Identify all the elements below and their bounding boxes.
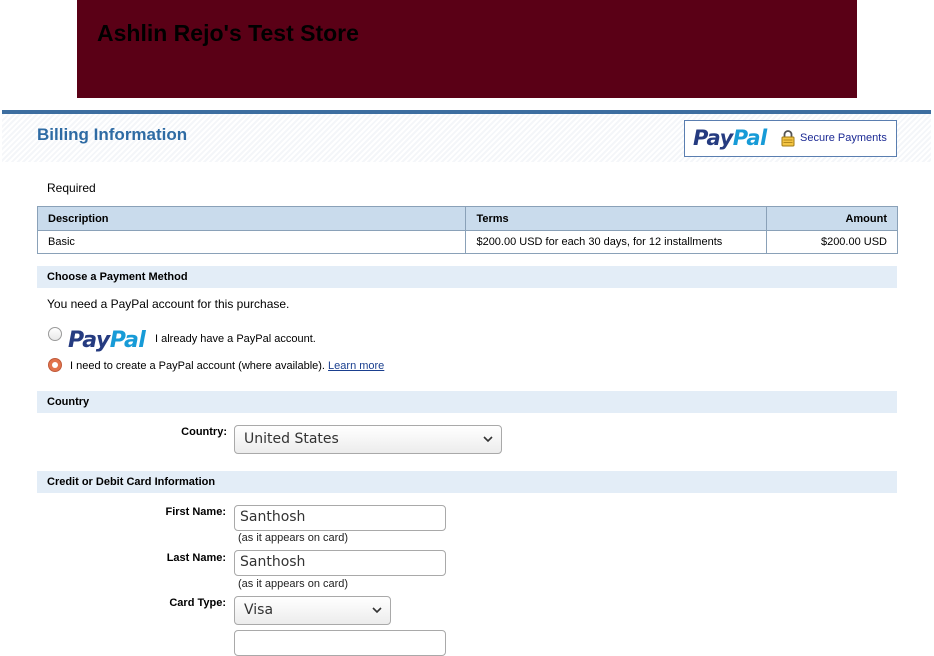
radio-create-account[interactable]: [48, 358, 62, 372]
chevron-down-icon: [483, 436, 493, 443]
card-type-value: Visa: [244, 602, 274, 618]
lock-icon: [781, 130, 795, 147]
chevron-down-icon: [372, 607, 382, 614]
column-header-terms: Terms: [465, 206, 768, 231]
store-banner: Ashlin Rejo's Test Store: [77, 0, 857, 98]
card-type-select[interactable]: Visa: [234, 596, 391, 625]
card-number-field[interactable]: [234, 630, 446, 656]
page-title: Billing Information: [37, 125, 188, 144]
learn-more-link[interactable]: Learn more: [328, 360, 384, 372]
first-name-hint: (as it appears on card): [238, 532, 349, 544]
paypal-logo: PayPal: [68, 328, 146, 353]
table-header-row: Description Terms Amount: [36, 206, 898, 231]
order-summary-table: Description Terms Amount Basic $200.00 U…: [36, 206, 898, 254]
secure-payments-badge: PayPal Secure Payments: [684, 120, 897, 157]
country-select[interactable]: United States: [234, 425, 502, 454]
last-name-label: Last Name:: [166, 552, 226, 564]
item-terms: $200.00 USD for each 30 days, for 12 ins…: [465, 230, 768, 254]
item-amount: $200.00 USD: [766, 230, 898, 254]
card-type-label: Card Type:: [169, 597, 226, 609]
radio-existing-account[interactable]: [48, 327, 62, 341]
country-label: Country:: [181, 426, 227, 438]
payment-method-heading: Choose a Payment Method: [37, 266, 897, 288]
paypal-account-note: You need a PayPal account for this purch…: [47, 297, 290, 311]
last-name-hint: (as it appears on card): [238, 578, 349, 590]
option-existing-label[interactable]: I already have a PayPal account.: [155, 333, 316, 345]
secure-payments-text: Secure Payments: [800, 132, 887, 144]
table-row: Basic $200.00 USD for each 30 days, for …: [36, 230, 898, 254]
store-title: Ashlin Rejo's Test Store: [97, 20, 359, 46]
first-name-label: First Name:: [165, 506, 226, 518]
country-heading: Country: [37, 391, 897, 413]
column-header-description: Description: [36, 206, 467, 231]
first-name-field[interactable]: Santhosh: [234, 505, 446, 531]
paypal-logo: PayPal: [693, 126, 767, 150]
option-create-label[interactable]: I need to create a PayPal account (where…: [70, 360, 384, 372]
required-label: Required: [47, 181, 96, 195]
last-name-field[interactable]: Santhosh: [234, 550, 446, 576]
column-header-amount: Amount: [766, 206, 898, 231]
card-info-heading: Credit or Debit Card Information: [37, 471, 897, 493]
billing-header: Billing Information PayPal Secure Paymen…: [2, 114, 931, 162]
country-value: United States: [244, 431, 339, 447]
item-description: Basic: [36, 230, 467, 254]
